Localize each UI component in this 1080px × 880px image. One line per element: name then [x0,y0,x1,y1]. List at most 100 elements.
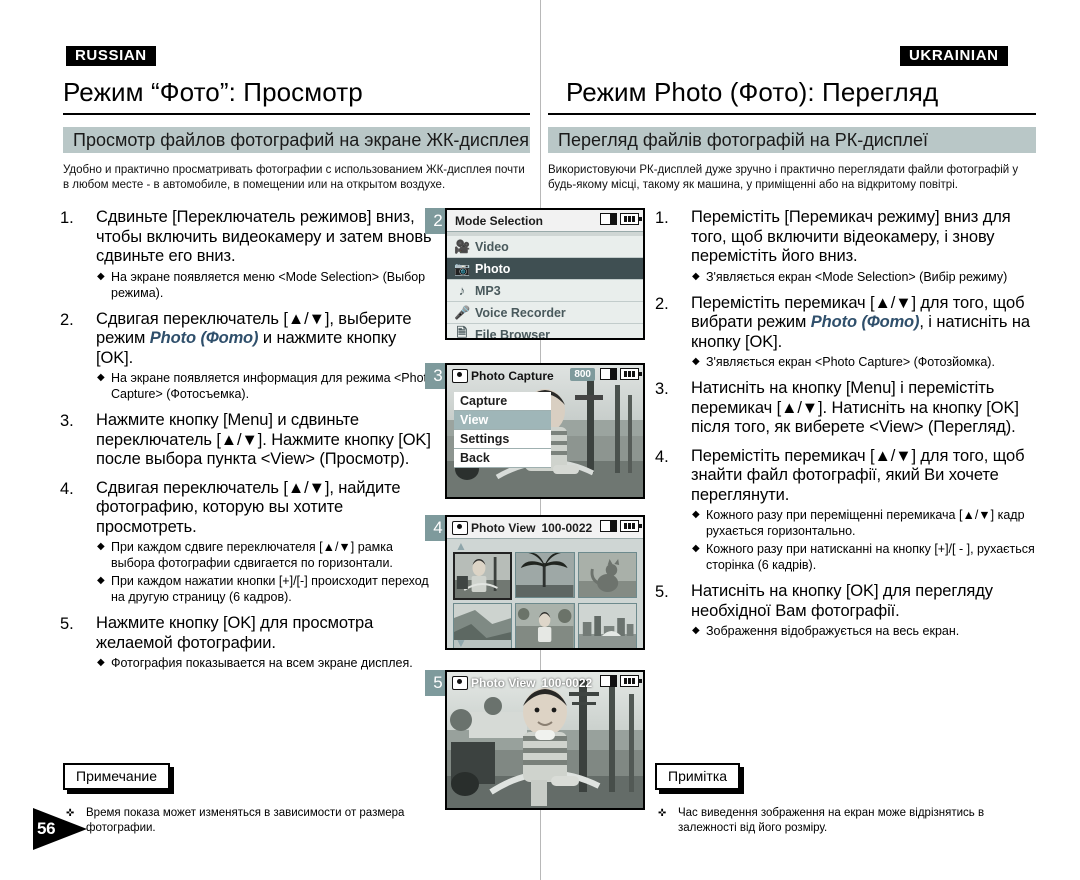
lcd-title: Mode Selection [455,213,544,228]
sd-card-icon [600,520,617,532]
lcd-photo-capture: Photo Capture 800 Capture View Settings … [445,363,645,499]
step-body: Перемістіть перемикач [▲/▼] для того, що… [691,447,1037,574]
step-2-ukrainian: 2. Перемістіть перемикач [▲/▼] для того, … [655,294,1037,371]
bullet-text: При каждом нажатии кнопки [+]/[-] происх… [111,574,429,604]
menu-item-mp3[interactable]: ♪ MP3 [447,280,643,302]
lcd-status-icons [600,520,642,532]
shot-counter: 800 [570,368,595,381]
step-text: Нажмите кнопку [OK] для просмотра желаем… [96,614,435,653]
menu-item-video[interactable]: 🎥 Video [447,236,643,258]
step-text-part: Сдвигая переключатель [▲/▼], найдите фот… [96,478,401,536]
step-bullets: ◆ На экране появляется информация для реж… [96,370,435,402]
file-id: 100-0022 [541,520,593,535]
popup-item-settings[interactable]: Settings [454,430,551,449]
step-text-part: Натисніть на кнопку [Menu] і перемістіть… [691,379,1019,436]
bullet-item: ◆ З'являється екран <Photo Capture> (Фото… [691,354,1037,370]
bullet-text: З'являється екран <Photo Capture> (Фотоз… [706,355,995,369]
step-text-part: Натисніть на кнопку [OK] для перегляду н… [691,582,993,620]
scroll-down-icon[interactable]: ▼ [455,637,467,648]
lcd-titlebar: Photo View 100-0022 [447,672,643,693]
chapter-title-ukrainian: Режим Photo (Фото): Перегляд [566,77,939,107]
diamond-bullet-icon: ◆ [692,543,700,554]
bullet-item: ◆ При каждом нажатии кнопки [+]/[-] проис… [96,573,435,605]
sd-card-icon [600,368,617,380]
step-text: Перемістіть перемикач [▲/▼] для того, що… [691,447,1037,506]
bullet-text: З'являється екран <Mode Selection> (Вибі… [706,269,1008,284]
diamond-bullet-icon: ◆ [692,509,700,520]
lcd-titlebar: Photo View 100-0022 [447,517,643,539]
note-text-russian: ✜ Время показа может изменяться в зависи… [66,806,436,836]
diamond-bullet-icon: ◆ [97,575,105,586]
step-text: Сдвиньте [Переключатель режимов] вниз, ч… [96,208,435,267]
bullet-text: При каждом сдвиге переключателя [▲/▼] ра… [111,540,393,570]
section-banner-ukrainian: Перегляд файлів фотографій на РК-дисплеї [548,127,1036,153]
thumbnail-boy-on-tricycle[interactable] [453,552,513,600]
thumbnail-area: ▲ ▼ [447,539,643,648]
bullet-text: На экране появляется меню <Mode Selectio… [111,269,426,300]
language-tag-ukrainian: UKRAINIAN [900,46,1008,66]
menu-item-label: File Browser [475,327,551,340]
step-text-part: Сдвиньте [Переключатель режимов] вниз, ч… [96,208,432,265]
menu-item-file-browser[interactable]: 🗎 File Browser [447,324,643,340]
step-4-russian: 4. Сдвигая переключатель [▲/▼], найдите ф… [60,479,435,606]
battery-icon [620,675,642,687]
thumbnail-cat[interactable] [577,552,637,598]
steps-list-russian: 1. Сдвиньте [Переключатель режимов] вниз,… [60,208,435,680]
note-body-russian: Время показа может изменяться в зависимо… [86,807,405,834]
bullet-text: Зображення відображується на весь екран. [706,624,960,638]
sd-card-icon [600,213,617,225]
step-bullets: ◆ Фотография показывается на всем экране … [96,655,435,671]
step-text-part: Перемістіть [Перемикач режиму] вниз для … [691,208,1011,265]
bullet-item: ◆ При каждом сдвиге переключателя [▲/▼] р… [96,539,435,571]
intro-paragraph-ukrainian: Використовуючи РК-дисплей дуже зручно і … [548,164,1019,191]
steps-list-ukrainian: 1. Перемістіть [Перемикач режиму] вниз дл… [655,208,1037,648]
thumbnail-boy-in-garden[interactable] [515,603,575,648]
camera-mode-icon [452,368,468,383]
diamond-bullet-icon: ◆ [692,270,700,282]
menu-item-photo[interactable]: 📷 Photo [447,258,643,280]
diamond-bullet-icon: ◆ [97,270,105,282]
bullet-item: ◆ З'являється екран <Mode Selection> (Виб… [691,269,1037,285]
lcd-title: Photo Capture [471,368,554,383]
step-text: Нажмите кнопку [Menu] и сдвиньте переклю… [96,411,435,470]
thumbnail-grid [453,552,637,648]
step-3-russian: 3. Нажмите кнопку [Menu] и сдвиньте перек… [60,411,435,470]
step-2-russian: 2. Сдвигая переключатель [▲/▼], выберите … [60,310,435,403]
camcorder-icon: 🎥 [454,238,471,254]
manual-page: RUSSIAN Режим “Фото”: Просмотр Просмотр … [0,0,1080,880]
menu-item-label: Video [475,239,509,254]
menu-item-voice-recorder[interactable]: 🎤 Voice Recorder [447,302,643,324]
step-text: Натисніть на кнопку [Menu] і перемістіть… [691,379,1037,438]
popup-item-view[interactable]: View [454,411,551,430]
step-number: 4. [655,447,669,466]
bullet-text: Кожного разу при переміщенні перемикача … [706,508,1025,538]
step-text: Перемістіть [Перемикач режиму] вниз для … [691,208,1037,267]
step-number: 5. [655,583,669,601]
thumbnail-palm-tree[interactable] [515,552,575,598]
step-3-ukrainian: 3. Натисніть на кнопку [Menu] і перемісті… [655,379,1037,438]
step-text-part: Нажмите кнопку [Menu] и сдвиньте переклю… [96,411,431,468]
bullet-item: ◆ Кожного разу при переміщенні перемикача… [691,507,1037,539]
step-text: Натисніть на кнопку [OK] для перегляду н… [691,582,1037,621]
mode-menu[interactable]: 🎥 Video 📷 Photo ♪ MP3 🎤 Voice Recorder 🗎 [447,232,643,340]
lcd-status-icons [600,368,642,380]
music-note-icon: ♪ [458,283,466,298]
menu-item-label: MP3 [475,283,501,298]
lcd-status-icons [600,213,642,225]
thumbnail-city-skyline[interactable] [577,603,637,648]
lcd-titlebar: Photo Capture 800 [447,365,643,386]
page-number-badge: 56 [33,808,87,850]
page-number-value: 56 [37,819,56,838]
step-body: Перемістіть перемикач [▲/▼] для того, що… [691,294,1037,371]
file-id: 100-0022 [541,675,593,690]
popup-item-capture[interactable]: Capture [454,392,551,411]
capture-popup-menu[interactable]: Capture View Settings Back [454,392,551,468]
popup-item-back[interactable]: Back [454,449,551,468]
lcd-title: Photo View [471,675,536,690]
lcd-title: Photo View [471,520,536,535]
step-number: 1. [60,209,74,227]
step-text-emphasis: Photo (Фото) [149,329,259,347]
diamond-bullet-icon: ◆ [97,372,105,383]
scroll-up-icon[interactable]: ▲ [455,540,467,552]
bullet-text: На экране появляется информация для режи… [111,371,434,401]
